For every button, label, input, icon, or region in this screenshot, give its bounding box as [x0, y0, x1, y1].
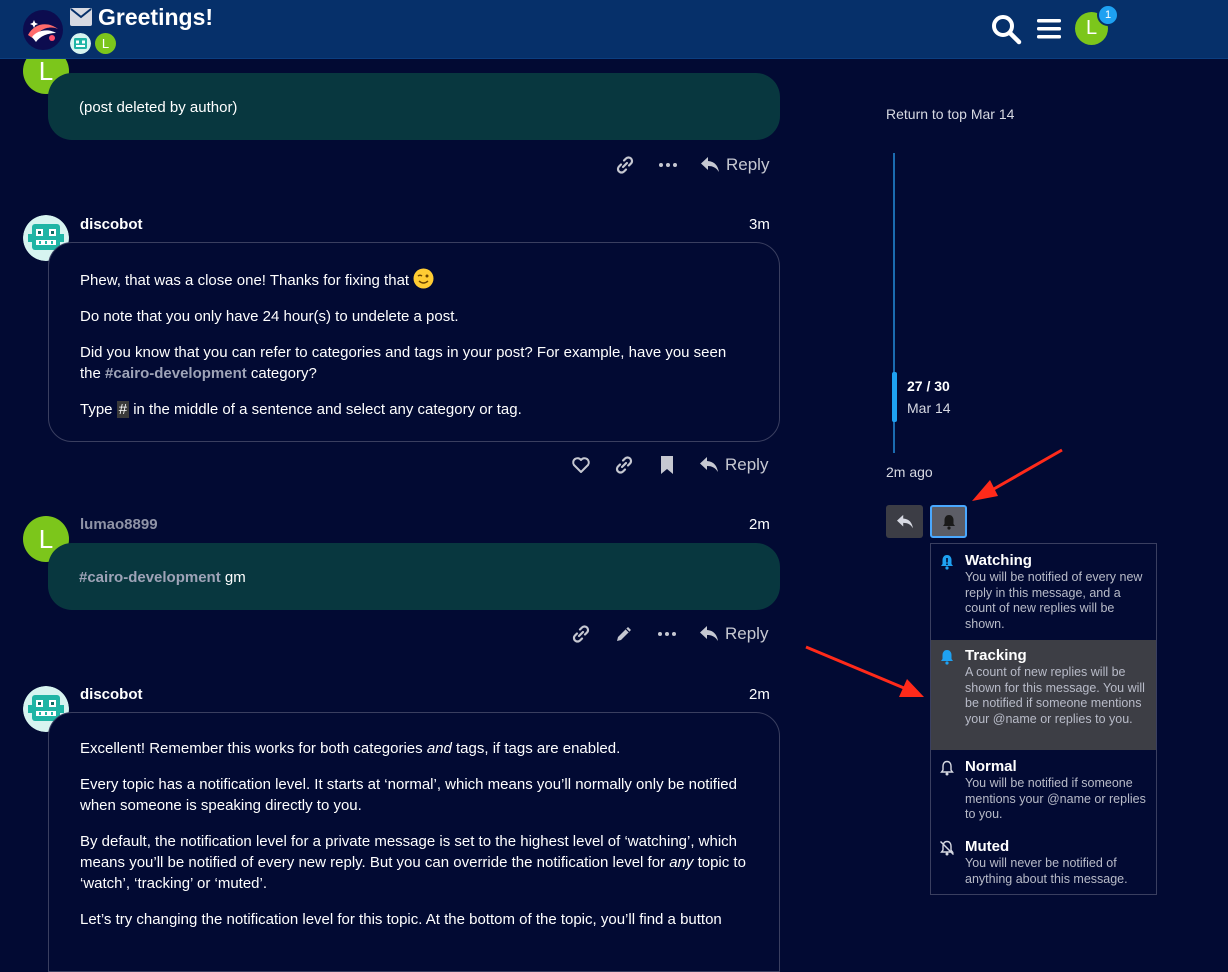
envelope-icon: [70, 8, 92, 26]
timeline-position: 27 / 30: [907, 378, 950, 394]
post-username[interactable]: lumao8899: [80, 516, 158, 533]
post-paragraph: Excellent! Remember this works for both …: [80, 740, 621, 757]
option-description: You will be notified if someone mentions…: [965, 776, 1146, 822]
notification-level-dropdown: Watching You will be notified of every n…: [930, 543, 1157, 895]
inline-code: #: [116, 401, 130, 418]
post-body: Excellent! Remember this works for both …: [48, 712, 780, 972]
site-logo-icon[interactable]: [22, 9, 64, 51]
user-avatar-small[interactable]: L: [95, 33, 116, 54]
bell-outline-icon: [940, 760, 954, 776]
post-text: (post deleted by author): [79, 99, 238, 116]
option-watching[interactable]: Watching You will be notified of every n…: [931, 552, 1156, 640]
option-tracking[interactable]: Tracking A count of new replies will be …: [931, 640, 1156, 750]
hamburger-menu-icon[interactable]: [1035, 15, 1063, 43]
post-body: (post deleted by author): [48, 73, 780, 140]
timeline-reply-button[interactable]: [886, 505, 923, 538]
option-muted[interactable]: Muted You will never be notified of anyt…: [931, 838, 1156, 888]
timeline-last-activity[interactable]: 2m ago: [886, 464, 933, 480]
post-username[interactable]: discobot: [80, 686, 143, 703]
post-paragraph: Let’s try changing the notification leve…: [80, 911, 722, 928]
post-body: #cairo-development gm: [48, 543, 780, 610]
reply-icon: [700, 626, 718, 641]
notification-level-button[interactable]: [930, 505, 967, 538]
post-actions: Reply: [548, 624, 768, 644]
option-title: Normal: [965, 758, 1017, 775]
heart-icon[interactable]: [571, 455, 591, 475]
reply-button[interactable]: Reply: [699, 624, 768, 644]
post-paragraph: Do note that you only have 24 hour(s) to…: [80, 308, 459, 325]
post-paragraph: Every topic has a notification level. It…: [80, 776, 737, 814]
reply-button[interactable]: Reply: [700, 155, 769, 175]
post-paragraph: Phew, that was a close one! Thanks for f…: [80, 268, 748, 291]
pencil-edit-icon[interactable]: [614, 624, 634, 644]
reply-button[interactable]: Reply: [699, 455, 768, 475]
annotation-arrow: [972, 448, 1063, 501]
reply-icon: [896, 514, 913, 528]
post-body: Phew, that was a close one! Thanks for f…: [48, 242, 780, 442]
reply-label: Reply: [726, 155, 770, 174]
bookmark-icon[interactable]: [657, 455, 677, 475]
link-icon[interactable]: [571, 624, 591, 644]
post-actions: Reply: [592, 155, 769, 175]
bell-tracking-icon: [941, 650, 953, 665]
post-paragraph: Did you know that you can refer to categ…: [80, 344, 727, 382]
bell-watching-icon: [941, 555, 953, 570]
category-hashtag-link[interactable]: #cairo-development: [79, 569, 221, 586]
post-actions: Reply: [548, 455, 768, 475]
post-time[interactable]: 3m: [749, 216, 770, 233]
option-description: A count of new replies will be shown for…: [965, 665, 1145, 726]
timeline-handle[interactable]: [892, 372, 897, 422]
post-paragraph: #cairo-development gm: [79, 569, 246, 586]
link-icon[interactable]: [614, 455, 634, 475]
post-paragraph: Type # in the middle of a sentence and s…: [80, 401, 522, 418]
participant-list: L: [70, 33, 116, 54]
option-description: You will be notified of every new reply …: [965, 570, 1143, 631]
reply-icon: [700, 457, 718, 472]
reply-label: Reply: [725, 624, 769, 643]
notification-badge[interactable]: 1: [1097, 4, 1119, 26]
option-title: Tracking: [965, 647, 1027, 664]
wink-emoji-icon: [413, 268, 434, 289]
return-to-top-link[interactable]: Return to top Mar 14: [886, 104, 1016, 125]
post-time[interactable]: 2m: [749, 516, 770, 533]
more-options-icon[interactable]: [657, 624, 677, 644]
discobot-avatar[interactable]: [70, 33, 91, 54]
topic-title[interactable]: Greetings!: [98, 4, 213, 31]
link-icon[interactable]: [615, 155, 635, 175]
more-options-icon[interactable]: [658, 155, 678, 175]
option-description: You will never be notified of anything a…: [965, 856, 1128, 886]
bell-icon: [942, 514, 955, 530]
post-paragraph: By default, the notification level for a…: [80, 833, 746, 892]
timeline-date: Mar 14: [907, 400, 951, 416]
category-hashtag-link[interactable]: #cairo-development: [105, 365, 247, 382]
post-time[interactable]: 2m: [749, 686, 770, 703]
option-title: Muted: [965, 838, 1010, 855]
reply-label: Reply: [725, 455, 769, 474]
option-normal[interactable]: Normal You will be notified if someone m…: [931, 758, 1156, 832]
post-username[interactable]: discobot: [80, 216, 143, 233]
reply-icon: [701, 157, 719, 172]
option-title: Watching: [965, 552, 1032, 569]
search-icon[interactable]: [990, 13, 1022, 45]
bell-slash-icon: [939, 840, 955, 856]
header: Greetings! L L 1: [0, 0, 1228, 59]
annotation-arrow: [805, 645, 924, 697]
